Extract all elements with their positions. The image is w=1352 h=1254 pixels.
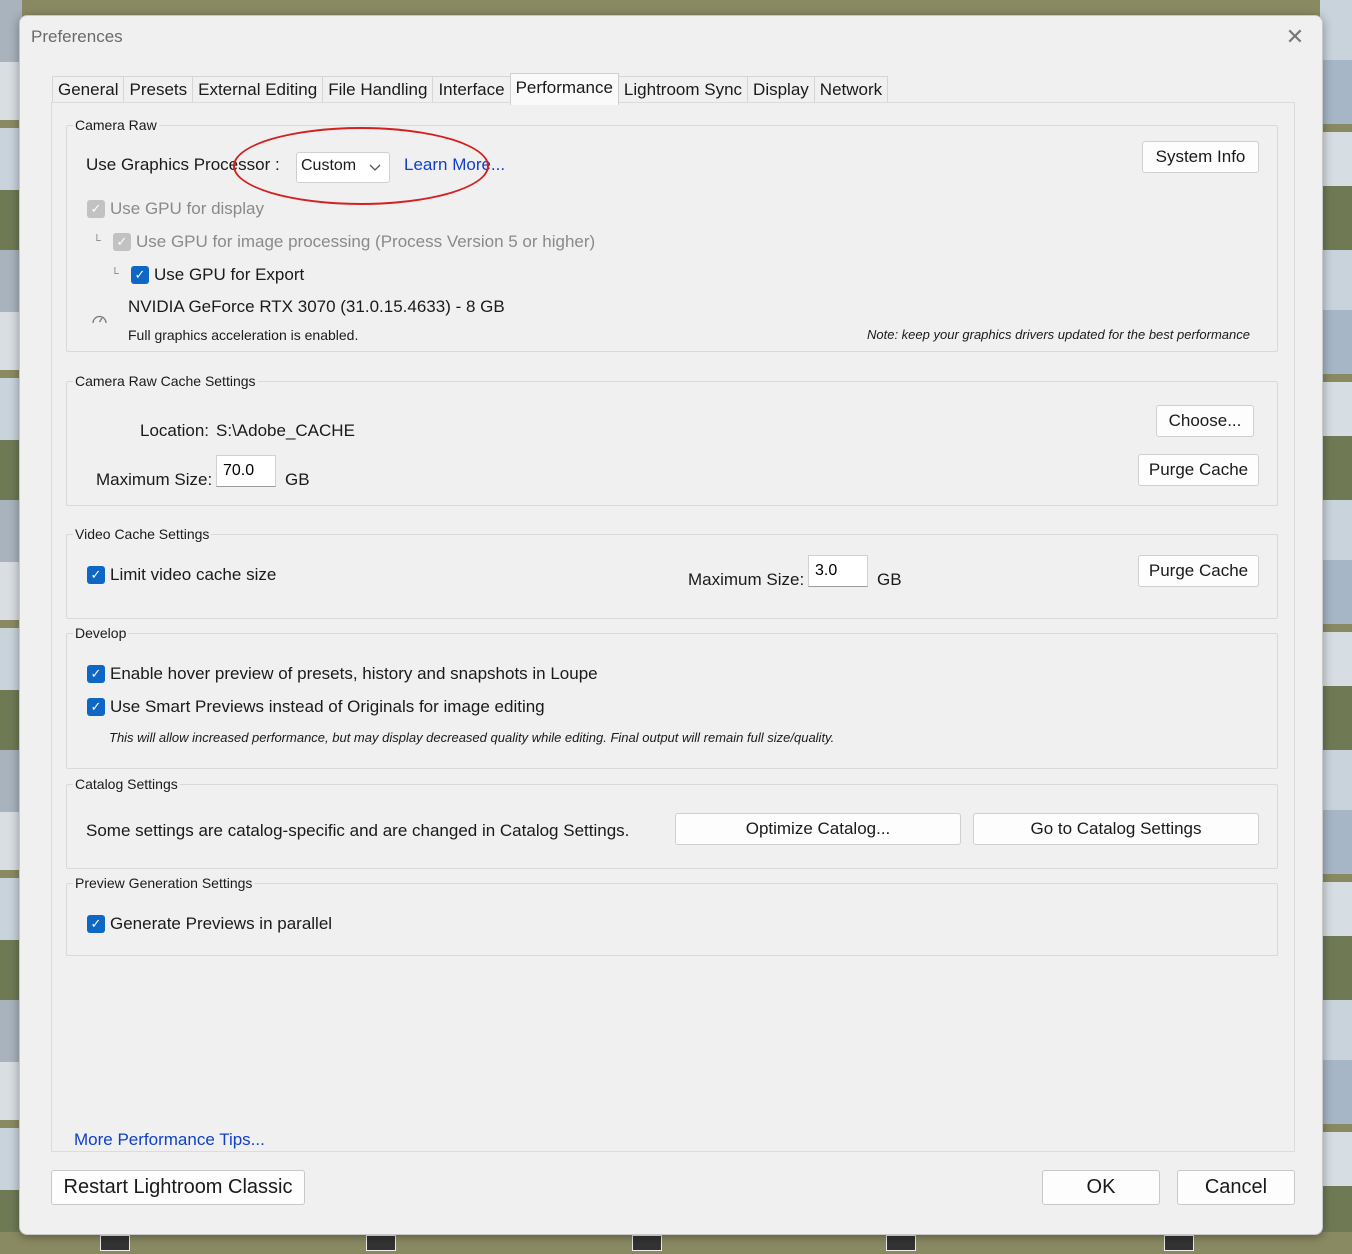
learn-more-link[interactable]: Learn More... (404, 155, 505, 175)
tab-external-editing[interactable]: External Editing (192, 76, 324, 103)
restart-lightroom-button[interactable]: Restart Lightroom Classic (51, 1170, 305, 1205)
acceleration-status: Full graphics acceleration is enabled. (128, 327, 359, 343)
cache-location-value: S:\Adobe_CACHE (216, 421, 355, 440)
cache-location-label: Location: (140, 421, 209, 440)
gpu-label: Use Graphics Processor : (86, 155, 280, 174)
thumbnail-badge-icon (100, 1235, 130, 1251)
camera-raw-cache-group: Camera Raw Cache Settings Location: S:\A… (66, 373, 1278, 506)
gpu-export-checkbox[interactable]: ✓ (131, 266, 149, 284)
tab-general[interactable]: General (52, 76, 125, 103)
tab-network[interactable]: Network (813, 76, 889, 103)
tree-connector-icon: └ (93, 235, 101, 247)
optimize-catalog-button[interactable]: Optimize Catalog... (675, 813, 961, 845)
tab-display[interactable]: Display (747, 76, 815, 103)
smart-previews-note: This will allow increased performance, b… (109, 730, 835, 745)
limit-video-cache-checkbox[interactable]: ✓ (87, 566, 105, 584)
parallel-previews-checkbox[interactable]: ✓ (87, 915, 105, 933)
gpu-export-label: Use GPU for Export (154, 265, 305, 284)
tab-lightroom-sync[interactable]: Lightroom Sync (617, 76, 749, 103)
window-title: Preferences (31, 27, 123, 46)
gauge-icon (92, 315, 107, 324)
driver-note: Note: keep your graphics drivers updated… (867, 327, 1250, 342)
purge-cache-button[interactable]: Purge Cache (1138, 454, 1259, 486)
smart-previews-label: Use Smart Previews instead of Originals … (110, 697, 545, 716)
preview-generation-title: Preview Generation Settings (75, 875, 253, 891)
video-max-size-input[interactable] (808, 555, 868, 587)
develop-group: Develop ✓ Enable hover preview of preset… (66, 625, 1278, 769)
video-purge-cache-button[interactable]: Purge Cache (1138, 555, 1259, 587)
cancel-button[interactable]: Cancel (1177, 1170, 1295, 1205)
gpu-display-checkbox[interactable]: ✓ (87, 200, 105, 218)
system-info-button[interactable]: System Info (1142, 141, 1259, 173)
performance-tips-link[interactable]: More Performance Tips... (74, 1130, 265, 1150)
choose-button[interactable]: Choose... (1156, 405, 1254, 437)
background-bottom-strip (0, 1232, 1352, 1254)
tree-connector-icon: └ (111, 268, 119, 280)
gpu-processing-checkbox[interactable]: ✓ (113, 233, 131, 251)
video-cache-title: Video Cache Settings (75, 526, 210, 542)
preferences-dialog: Preferences ✕ General Presets External E… (19, 15, 1323, 1235)
cache-unit: GB (285, 470, 310, 489)
video-cache-group: Video Cache Settings ✓ Limit video cache… (66, 526, 1278, 619)
video-cache-unit: GB (877, 570, 902, 589)
tab-presets[interactable]: Presets (123, 76, 194, 103)
gpu-name: NVIDIA GeForce RTX 3070 (31.0.15.4633) -… (128, 297, 505, 316)
limit-video-cache-label: Limit video cache size (110, 565, 277, 584)
gpu-processing-label: Use GPU for image processing (Process Ve… (136, 232, 596, 251)
go-to-catalog-settings-button[interactable]: Go to Catalog Settings (973, 813, 1259, 845)
gpu-display-label: Use GPU for display (110, 199, 264, 218)
tab-bar: General Presets External Editing File Ha… (52, 73, 889, 105)
thumbnail-badge-icon (366, 1235, 396, 1251)
performance-panel: Camera Raw Use Graphics Processor : Cust… (51, 102, 1295, 1152)
chevron-down-icon (369, 164, 381, 171)
catalog-title: Catalog Settings (75, 776, 178, 792)
thumbnail-badge-icon (632, 1235, 662, 1251)
ok-button[interactable]: OK (1042, 1170, 1160, 1205)
parallel-previews-label: Generate Previews in parallel (110, 914, 333, 933)
thumbnail-badge-icon (886, 1235, 916, 1251)
gpu-select-value: Custom (301, 157, 357, 174)
gpu-select[interactable]: Custom (296, 152, 390, 183)
background-right-strip (1320, 0, 1352, 1254)
catalog-group: Catalog Settings Some settings are catal… (66, 776, 1278, 869)
hover-preview-label: Enable hover preview of presets, history… (110, 664, 598, 683)
cache-max-size-input[interactable] (216, 455, 276, 487)
camera-raw-cache-title: Camera Raw Cache Settings (75, 373, 256, 389)
thumbnail-badge-icon (1164, 1235, 1194, 1251)
cache-max-size-label: Maximum Size: (96, 470, 213, 489)
smart-previews-checkbox[interactable]: ✓ (87, 698, 105, 716)
develop-title: Develop (75, 625, 127, 641)
catalog-description: Some settings are catalog-specific and a… (86, 821, 630, 840)
preview-generation-group: Preview Generation Settings ✓ Generate P… (66, 875, 1278, 956)
video-max-size-label: Maximum Size: (688, 570, 805, 589)
background-top-strip (0, 0, 1352, 16)
tab-interface[interactable]: Interface (432, 76, 511, 103)
close-icon[interactable]: ✕ (1282, 24, 1308, 50)
camera-raw-group: Camera Raw Use Graphics Processor : Cust… (66, 117, 1278, 352)
tab-file-handling[interactable]: File Handling (322, 76, 434, 103)
tab-performance[interactable]: Performance (509, 73, 619, 105)
hover-preview-checkbox[interactable]: ✓ (87, 665, 105, 683)
title-bar: Preferences ✕ (20, 16, 1322, 58)
camera-raw-title: Camera Raw (75, 117, 157, 133)
